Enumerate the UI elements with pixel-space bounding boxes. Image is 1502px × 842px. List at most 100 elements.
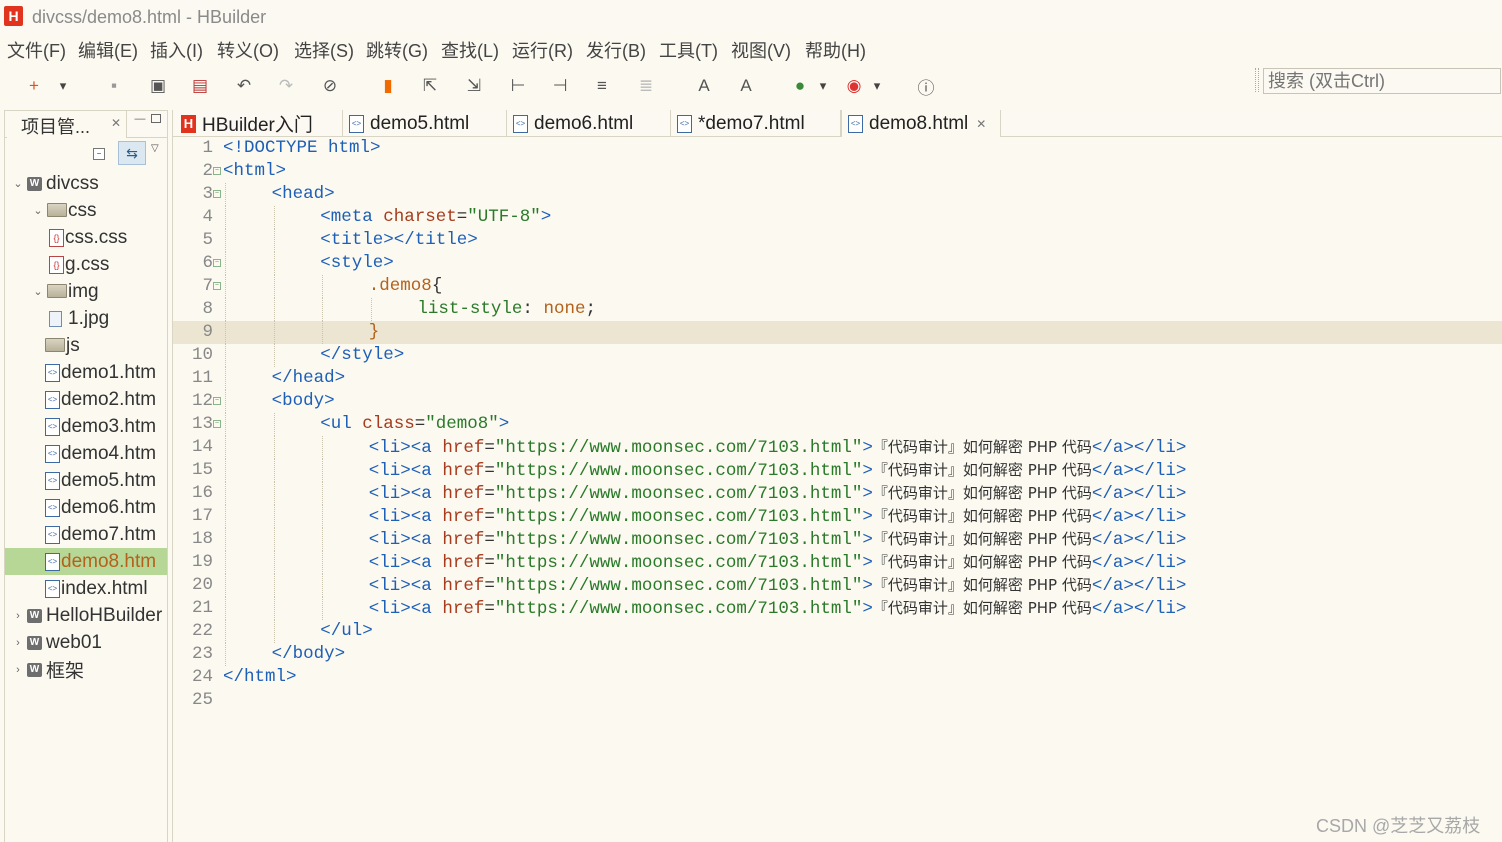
tab-editor-file[interactable]: <> demo5.html <box>343 110 507 137</box>
tab-editor-file[interactable]: <> *demo7.html <box>671 110 841 137</box>
code-line[interactable]: 1 <!DOCTYPE html> <box>173 137 1502 160</box>
code-line[interactable]: 24 </html> <box>173 666 1502 689</box>
tree-item-image[interactable]: 1.jpg <box>49 305 167 332</box>
new-icon[interactable]: + <box>22 74 46 98</box>
collapse-all-icon[interactable]: − <box>93 148 105 160</box>
tree-item-html[interactable]: <> demo7.htm <box>45 521 167 548</box>
console-icon[interactable]: ⓘ <box>914 74 938 98</box>
view-menu-icon[interactable]: ▽ <box>151 143 159 154</box>
undo-icon[interactable]: ↶ <box>232 74 256 98</box>
expand-icon[interactable]: ⌄ <box>31 285 45 298</box>
code-editor[interactable]: 1 <!DOCTYPE html> 2− <html> 3− <head> 4 <meta c… <box>173 137 1502 842</box>
tree-item-project[interactable]: ⌄ Wdivcss <box>11 170 167 197</box>
menu-item[interactable]: 工具(T) <box>659 37 718 63</box>
fold-icon[interactable]: − <box>213 397 221 405</box>
tree-item-html[interactable]: <> demo8.htm <box>5 548 167 575</box>
goto-top-icon[interactable]: ⇱ <box>418 74 442 98</box>
tree-item-html[interactable]: <> demo3.htm <box>45 413 167 440</box>
tab-editor-file[interactable]: <> demo8.html ✕ <box>841 110 1001 137</box>
tree-item-html[interactable]: <> demo4.htm <box>45 440 167 467</box>
close-icon[interactable]: ✕ <box>976 117 986 131</box>
tree-item-project[interactable]: › W HelloHBuilder <box>11 602 167 629</box>
code-line[interactable]: 22 </ul> <box>173 620 1502 643</box>
menu-item[interactable]: 查找(L) <box>441 37 499 63</box>
font-increase-icon[interactable]: A <box>692 74 716 98</box>
fold-icon[interactable]: − <box>213 259 221 267</box>
browser-icon[interactable]: ◉ <box>842 74 866 98</box>
code-line[interactable]: 6− <style> <box>173 252 1502 275</box>
maximize-icon[interactable] <box>151 114 161 123</box>
menu-item[interactable]: 跳转(G) <box>366 37 428 63</box>
tree-item-css[interactable]: {} g.css <box>49 251 167 278</box>
code-line[interactable]: 20 <li><a href="https://www.moonsec.com/7… <box>173 574 1502 597</box>
collapsed-icon[interactable]: › <box>11 610 25 622</box>
code-line[interactable]: 14 <li><a href="https://www.moonsec.com/7… <box>173 436 1502 459</box>
code-line[interactable]: 8 list-style: none; <box>173 298 1502 321</box>
dropdown-icon[interactable]: ▾ <box>56 74 70 98</box>
fold-icon[interactable]: − <box>213 190 221 198</box>
tree-item-project[interactable]: › W 框架 <box>11 656 167 683</box>
tab-editor-file[interactable]: H HBuilder入门 <box>175 110 343 137</box>
minimize-icon[interactable]: — <box>134 114 146 126</box>
tree-item-project[interactable]: › Wweb01 <box>11 629 167 656</box>
goto-line-end-icon[interactable]: ⊣ <box>548 74 572 98</box>
tree-item-html[interactable]: <> demo5.htm <box>45 467 167 494</box>
code-line[interactable]: 18 <li><a href="https://www.moonsec.com/7… <box>173 528 1502 551</box>
tree-item-folder[interactable]: ⌄ img <box>31 278 167 305</box>
link-editor-icon[interactable]: ⇆ <box>118 141 146 165</box>
code-line[interactable]: 12− <body> <box>173 390 1502 413</box>
code-line[interactable]: 15 <li><a href="https://www.moonsec.com/7… <box>173 459 1502 482</box>
code-line[interactable]: 10 </style> <box>173 344 1502 367</box>
goto-bottom-icon[interactable]: ⇲ <box>462 74 486 98</box>
code-line[interactable]: 3− <head> <box>173 183 1502 206</box>
browser-dropdown-icon[interactable]: ▾ <box>870 74 884 98</box>
goto-line-start-icon[interactable]: ⊢ <box>506 74 530 98</box>
menu-item[interactable]: 运行(R) <box>512 37 573 63</box>
search-input[interactable] <box>1263 68 1501 94</box>
code-line[interactable]: 25 <box>173 689 1502 712</box>
bookmark-icon[interactable]: ▮ <box>376 74 400 98</box>
code-line[interactable]: 16 <li><a href="https://www.moonsec.com/7… <box>173 482 1502 505</box>
menu-item[interactable]: 视图(V) <box>731 37 791 63</box>
collapsed-icon[interactable]: › <box>11 664 25 676</box>
tree-item-folder[interactable]: ⌄ css <box>31 197 167 224</box>
tree-item-html[interactable]: <> demo6.htm <box>45 494 167 521</box>
code-line[interactable]: 11 </head> <box>173 367 1502 390</box>
expand-icon[interactable]: ⌄ <box>11 177 25 190</box>
tab-editor-file[interactable]: <> demo6.html <box>507 110 671 137</box>
run-icon[interactable]: ● <box>788 74 812 98</box>
code-line[interactable]: 9} <box>173 321 1502 344</box>
code-line[interactable]: 5 <title></title> <box>173 229 1502 252</box>
close-icon[interactable]: ✕ <box>111 116 121 130</box>
comment-icon[interactable]: ≡ <box>590 74 614 98</box>
code-line[interactable]: 4 <meta charset="UTF-8"> <box>173 206 1502 229</box>
tree-item-html[interactable]: <> index.html <box>45 575 167 602</box>
code-line[interactable]: 2− <html> <box>173 160 1502 183</box>
redo-icon[interactable]: ↷ <box>274 74 298 98</box>
menu-item[interactable]: 插入(I) <box>150 37 203 63</box>
run-dropdown-icon[interactable]: ▾ <box>816 74 830 98</box>
tree-item-html[interactable]: <> demo1.htm <box>45 359 167 386</box>
menu-item[interactable]: 编辑(E) <box>78 37 138 63</box>
font-decrease-icon[interactable]: A <box>734 74 758 98</box>
uncomment-icon[interactable]: ≣ <box>634 74 658 98</box>
menu-item[interactable]: 文件(F) <box>7 37 66 63</box>
fold-icon[interactable]: − <box>213 167 221 175</box>
fold-icon[interactable]: − <box>213 282 221 290</box>
tab-project-manager[interactable]: 项目管... ✕ <box>7 111 127 138</box>
menu-item[interactable]: 帮助(H) <box>805 37 866 63</box>
menu-item[interactable]: 发行(B) <box>586 37 646 63</box>
tree-item-css[interactable]: {} css.css <box>49 224 167 251</box>
close-file-icon[interactable]: ▤ <box>188 74 212 98</box>
code-line[interactable]: 17 <li><a href="https://www.moonsec.com/7… <box>173 505 1502 528</box>
code-line[interactable]: 21 <li><a href="https://www.moonsec.com/7… <box>173 597 1502 620</box>
tree-item-folder[interactable]: js <box>45 332 167 359</box>
fold-icon[interactable]: − <box>213 420 221 428</box>
code-line[interactable]: 23 </body> <box>173 643 1502 666</box>
save-icon[interactable]: ▪ <box>102 74 126 98</box>
format-icon[interactable]: ⊘ <box>318 74 342 98</box>
menu-item[interactable]: 转义(O) <box>217 37 279 63</box>
expand-icon[interactable]: ⌄ <box>31 204 45 217</box>
menu-item[interactable]: 选择(S) <box>294 37 354 63</box>
code-line[interactable]: 7− .demo8{ <box>173 275 1502 298</box>
